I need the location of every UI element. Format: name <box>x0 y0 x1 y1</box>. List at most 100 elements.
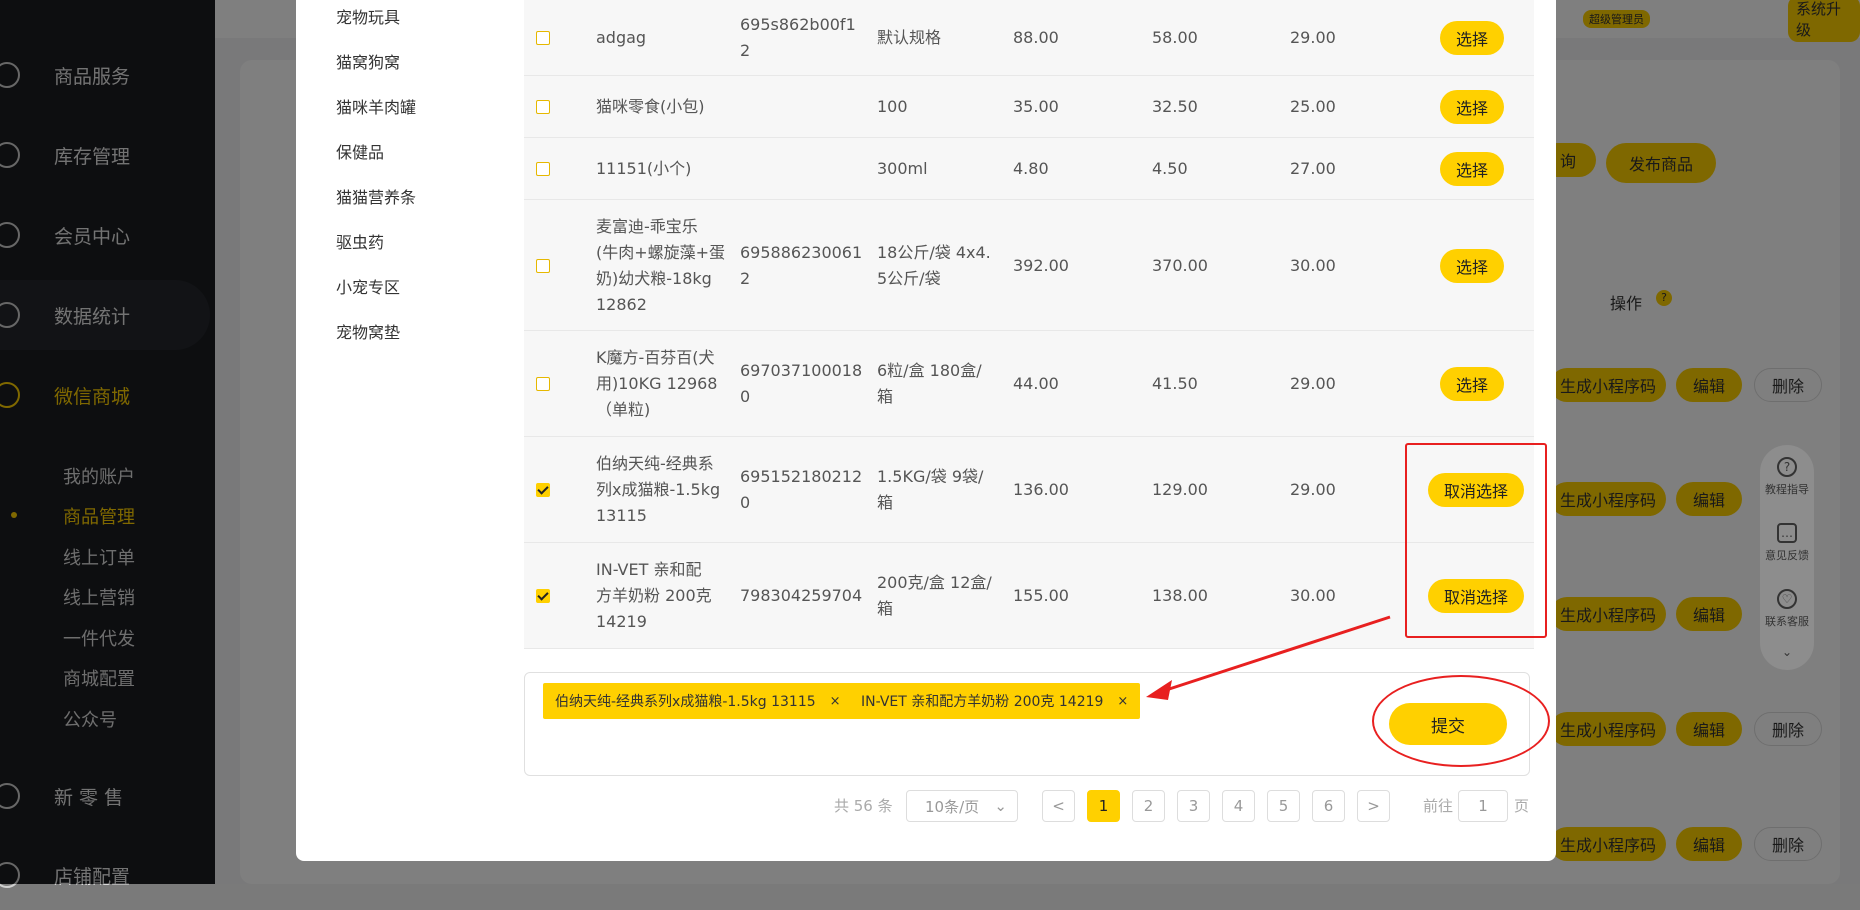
page-size-select[interactable]: 10条/页 ⌄ <box>906 790 1018 822</box>
goods-spec-line: 300ml <box>877 159 928 178</box>
table-row: adgag 695s862b00f1 2 默认规格 88.00 58.00 29.00 选择 <box>524 0 1534 76</box>
category-item[interactable]: 驱虫药 <box>336 229 384 253</box>
goods-spec: 200克/盒 12盒/箱 <box>877 570 997 622</box>
goto-label: 前往 <box>1423 797 1454 815</box>
goods-name-line: 13115 <box>596 506 647 525</box>
pagination-total: 共 56 条 <box>834 797 893 815</box>
goto-suffix: 页 <box>1514 797 1530 815</box>
goods-name: 11151(小个) <box>596 156 726 182</box>
goods-name: IN-VET 亲和配 方羊奶粉 200克 14219 <box>596 557 726 635</box>
goods-name-line: 12862 <box>596 294 647 314</box>
selected-tag: IN-VET 亲和配方羊奶粉 200克 14219 × <box>849 683 1141 719</box>
row-checkbox[interactable] <box>536 483 550 497</box>
goods-name-line: 奶)幼犬粮-18kg <box>596 268 712 288</box>
goods-name-line: 麦富迪-乖宝乐 <box>596 216 698 236</box>
chat-icon: … <box>1777 523 1797 543</box>
page-button[interactable]: 3 <box>1177 790 1210 822</box>
select-button[interactable]: 选择 <box>1440 367 1504 401</box>
row-checkbox[interactable] <box>536 589 550 603</box>
stock-value: 30.00 <box>1290 255 1336 275</box>
price-member: 370.00 <box>1152 255 1208 275</box>
goods-name-line: 伯纳天纯-经典系 <box>596 454 714 473</box>
goods-spec-line: 200克/盒 12盒/ <box>877 573 992 592</box>
row-checkbox[interactable] <box>536 258 550 273</box>
category-item[interactable]: 保健品 <box>336 139 384 163</box>
annotation-ellipse <box>1372 675 1550 767</box>
goods-name: adgag <box>596 25 726 51</box>
category-item[interactable]: 猫咪羊肉罐 <box>336 94 416 118</box>
goods-spec-line: 箱 <box>877 599 894 618</box>
goods-name: 猫咪零食(小包) <box>596 94 726 120</box>
category-item[interactable]: 猫窝狗窝 <box>336 49 400 73</box>
goods-name-line: 猫咪零食(小包) <box>596 97 705 116</box>
goods-barcode: 697037100018 0 <box>740 358 862 410</box>
row-checkbox[interactable] <box>536 31 550 45</box>
close-icon[interactable]: × <box>830 694 841 709</box>
page-button[interactable]: 1 <box>1087 790 1120 822</box>
service-link[interactable]: ♡ 联系客服 <box>1760 589 1814 629</box>
select-button[interactable]: 选择 <box>1440 21 1504 55</box>
category-item[interactable]: 宠物窝垫 <box>336 319 400 343</box>
price-member: 138.00 <box>1152 586 1208 605</box>
row-checkbox[interactable] <box>536 377 550 391</box>
goods-spec: 18公斤/袋 4x4. 5公斤/袋 <box>877 240 997 292</box>
category-item[interactable]: 猫猫营养条 <box>336 184 416 208</box>
select-button[interactable]: 选择 <box>1440 248 1504 283</box>
row-checkbox[interactable] <box>536 100 550 114</box>
table-row: IN-VET 亲和配 方羊奶粉 200克 14219 798304259704 200克… <box>524 543 1534 649</box>
goods-name-line: adgag <box>596 28 647 47</box>
goods-name-line: 14219 <box>596 612 647 631</box>
goods-barcode: 695s862b00f1 2 <box>740 12 860 64</box>
close-icon[interactable]: × <box>1117 694 1128 709</box>
goods-barcode: 695886230061 2 <box>740 240 862 292</box>
question-icon: ? <box>1777 457 1797 477</box>
goods-spec-line: 6粒/盒 180盒/ <box>877 361 982 380</box>
price-member: 129.00 <box>1152 480 1208 499</box>
next-page-button[interactable]: > <box>1357 790 1390 822</box>
stock-value: 29.00 <box>1290 28 1336 47</box>
category-item[interactable]: 小宠专区 <box>336 274 400 298</box>
goods-barcode-line: 798304259704 <box>740 586 863 605</box>
goods-spec-line: 18公斤/袋 4x4. <box>877 242 991 262</box>
select-button[interactable]: 选择 <box>1440 90 1504 124</box>
prev-page-button[interactable]: < <box>1042 790 1075 822</box>
price-member: 4.50 <box>1152 159 1188 178</box>
goto-page-input[interactable]: 1 <box>1458 790 1508 822</box>
annotation-rectangle <box>1405 443 1547 638</box>
table-row: 猫咪零食(小包) 100 35.00 32.50 25.00 选择 <box>524 76 1534 138</box>
price-member: 41.50 <box>1152 374 1198 393</box>
feedback-link[interactable]: … 意见反馈 <box>1760 523 1814 563</box>
goods-barcode-line: 695s862b00f1 <box>740 15 856 34</box>
floating-helper: ? 教程指导 … 意见反馈 ♡ 联系客服 ⌄ <box>1760 445 1814 670</box>
tutorial-link[interactable]: ? 教程指导 <box>1760 457 1814 497</box>
page-button[interactable]: 5 <box>1267 790 1300 822</box>
goods-name: 麦富迪-乖宝乐 (牛肉+螺旋藻+蛋 奶)幼犬粮-18kg 12862 <box>596 214 726 318</box>
goods-barcode-line: 2 <box>740 41 751 60</box>
selected-tag: 伯纳天纯-经典系列x成猫粮-1.5kg 13115 × <box>543 683 853 719</box>
price-retail: 155.00 <box>1013 586 1069 605</box>
chevron-down-icon[interactable]: ⌄ <box>1760 645 1814 659</box>
page-button[interactable]: 4 <box>1222 790 1255 822</box>
category-item[interactable]: 宠物玩具 <box>336 4 400 28</box>
page-button[interactable]: 6 <box>1312 790 1345 822</box>
goods-barcode: 798304259704 <box>740 583 863 609</box>
goods-barcode-line: 0 <box>740 493 751 512</box>
price-member: 32.50 <box>1152 97 1198 116</box>
price-member: 58.00 <box>1152 28 1198 47</box>
goods-spec: 默认规格 <box>877 25 997 51</box>
row-checkbox[interactable] <box>536 162 550 176</box>
goods-spec: 1.5KG/袋 9袋/箱 <box>877 464 997 516</box>
price-retail: 44.00 <box>1013 374 1059 393</box>
goods-spec: 100 <box>877 94 997 120</box>
select-button[interactable]: 选择 <box>1440 152 1504 186</box>
page-button[interactable]: 2 <box>1132 790 1165 822</box>
stock-value: 25.00 <box>1290 97 1336 116</box>
chevron-down-icon: ⌄ <box>994 797 1007 815</box>
heart-icon: ♡ <box>1777 589 1797 609</box>
table-row: 11151(小个) 300ml 4.80 4.50 27.00 选择 <box>524 138 1534 200</box>
goods-name: K魔方-百芬百(犬 用)10KG 12968 （单粒) <box>596 345 726 423</box>
goods-name-line: （单粒) <box>596 400 651 419</box>
goods-name-line: 列x成猫粮-1.5kg <box>596 480 721 499</box>
goods-spec: 300ml <box>877 156 997 182</box>
price-retail: 4.80 <box>1013 159 1049 178</box>
